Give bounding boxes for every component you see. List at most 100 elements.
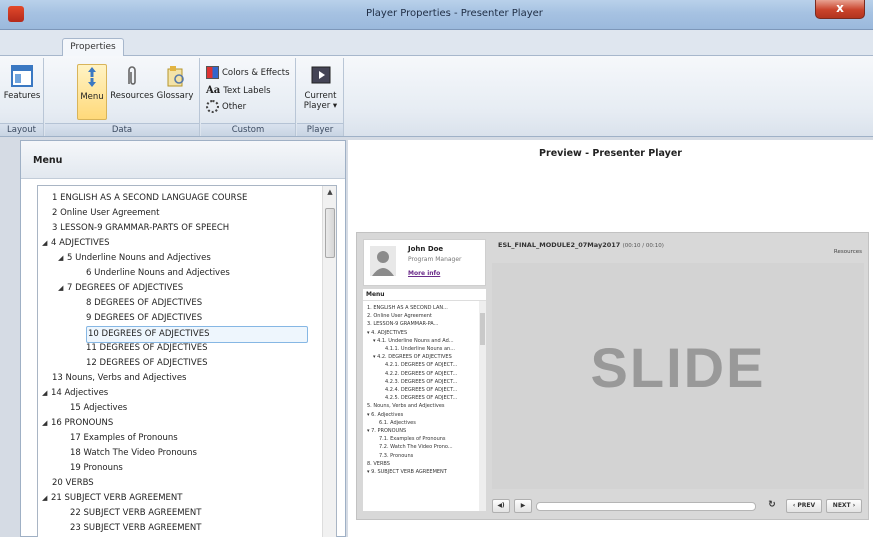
menu-tree[interactable]: 1 ENGLISH AS A SECOND LANGUAGE COURSE 2 O… xyxy=(37,185,337,537)
player-preview: John Doe Program Manager More info Menu … xyxy=(356,232,869,520)
player-menu-scroll-thumb[interactable] xyxy=(480,313,485,345)
player-menu-item[interactable]: 4.2.1. DEGREES OF ADJECT... xyxy=(385,362,457,370)
ribbon-tabs: Properties xyxy=(0,30,873,57)
tree-item[interactable]: 9 DEGREES OF ADJECTIVES xyxy=(86,311,202,326)
tree-item[interactable]: 17 Examples of Pronouns xyxy=(70,431,178,446)
resources-button[interactable]: Resources xyxy=(110,64,154,101)
tree-item[interactable]: 11 DEGREES OF ADJECTIVES xyxy=(86,341,208,356)
tree-item[interactable]: 1 ENGLISH AS A SECOND LANGUAGE COURSE xyxy=(52,191,247,206)
tree-item-label: 4 ADJECTIVES xyxy=(51,238,110,248)
player-menu-item[interactable]: 4.1.1. Underline Nouns an... xyxy=(385,346,455,354)
tree-item[interactable]: 19 Pronouns xyxy=(70,461,123,476)
player-menu-item[interactable]: ▾ 4.2. DEGREES OF ADJECTIVES xyxy=(373,354,452,362)
title-bar: Player Properties - Presenter Player x xyxy=(0,0,873,30)
player-menu-item[interactable]: 7.2. Watch The Video Prono... xyxy=(379,444,453,452)
close-button[interactable]: x xyxy=(815,0,865,19)
tree-item-label: 8 DEGREES OF ADJECTIVES xyxy=(86,298,203,308)
player-menu-item[interactable]: 4.2.5. DEGREES OF ADJECT... xyxy=(385,395,457,403)
tree-item[interactable]: ◢ 21 SUBJECT VERB AGREEMENT xyxy=(42,491,182,506)
player-menu-item[interactable]: ▾ 9. SUBJECT VERB AGREEMENT xyxy=(367,469,447,477)
expand-triangle-icon[interactable]: ◢ xyxy=(42,491,51,506)
player-menu-item[interactable]: 5. Nouns, Verbs and Adjectives xyxy=(367,403,445,411)
expand-triangle-icon[interactable]: ◢ xyxy=(42,236,51,251)
player-menu-item[interactable]: 3. LESSON-9 GRAMMAR-PA... xyxy=(367,321,438,329)
features-button[interactable]: Features xyxy=(2,64,42,101)
replay-button[interactable]: ↻ xyxy=(764,499,780,513)
player-menu-item[interactable]: 4.2.2. DEGREES OF ADJECT... xyxy=(385,371,457,379)
tree-item-label: 12 DEGREES OF ADJECTIVES xyxy=(86,358,208,368)
tree-item[interactable]: 18 Watch The Video Pronouns xyxy=(70,446,197,461)
next-button[interactable]: NEXT › xyxy=(826,499,862,513)
tree-item[interactable]: 10 DEGREES OF ADJECTIVES xyxy=(86,326,308,343)
tree-item[interactable]: 15 Adjectives xyxy=(70,401,127,416)
tree-scrollbar[interactable]: ▲ xyxy=(322,186,336,537)
expand-triangle-icon[interactable]: ◢ xyxy=(58,251,67,266)
scroll-up-arrow-icon[interactable]: ▲ xyxy=(323,188,336,196)
tree-item[interactable]: 20 VERBS xyxy=(52,476,94,491)
tree-item[interactable]: ◢ 7 DEGREES OF ADJECTIVES xyxy=(58,281,183,296)
tree-item[interactable]: 22 SUBJECT VERB AGREEMENT xyxy=(70,506,201,521)
tree-item[interactable]: 8 DEGREES OF ADJECTIVES xyxy=(86,296,202,311)
seek-bar[interactable] xyxy=(536,502,756,511)
slide-time: (00:10 / 00:10) xyxy=(622,243,664,249)
player-menu-scrollbar[interactable] xyxy=(479,301,486,511)
glossary-label: Glossary xyxy=(156,91,194,101)
menu-button[interactable]: Menu xyxy=(77,64,107,120)
avatar-icon xyxy=(370,246,396,276)
text-labels-button[interactable]: Aa Text Labels xyxy=(206,84,271,97)
tab-properties[interactable]: Properties xyxy=(62,38,124,57)
tree-item-label: 22 SUBJECT VERB AGREEMENT xyxy=(70,508,202,518)
colors-effects-button[interactable]: Colors & Effects xyxy=(206,66,290,79)
menu-panel: Menu 1 ENGLISH AS A SECOND LANGUAGE COUR… xyxy=(20,140,346,537)
resources-link[interactable]: Resources xyxy=(834,249,862,255)
scroll-thumb[interactable] xyxy=(325,208,335,258)
expand-triangle-icon[interactable]: ◢ xyxy=(42,386,51,401)
tree-item[interactable]: ◢ 4 ADJECTIVES xyxy=(42,236,110,251)
group-layout-label: Layout xyxy=(0,123,43,136)
player-menu-item[interactable]: 6.1. Adjectives xyxy=(379,420,416,428)
glossary-button[interactable]: Glossary xyxy=(155,64,195,101)
expand-triangle-icon[interactable]: ◢ xyxy=(42,416,51,431)
player-menu-item[interactable]: ▾ 4. ADJECTIVES xyxy=(367,330,407,338)
tree-item-label: 13 Nouns, Verbs and Adjectives xyxy=(52,373,187,383)
prev-button[interactable]: ‹ PREV xyxy=(786,499,822,513)
volume-button[interactable]: ◀) xyxy=(492,499,510,513)
tree-item[interactable]: ◢ 16 PRONOUNS xyxy=(42,416,113,431)
tree-item[interactable]: 3 LESSON-9 GRAMMAR-PARTS OF SPEECH xyxy=(52,221,229,236)
features-icon xyxy=(11,65,33,87)
group-custom-label: Custom xyxy=(201,123,295,136)
current-player-button[interactable]: Current Player ▾ xyxy=(299,64,342,111)
tree-item[interactable]: ◢ 14 Adjectives xyxy=(42,386,108,401)
more-info-link[interactable]: More info xyxy=(408,270,440,277)
player-menu-item[interactable]: 4.2.3. DEGREES OF ADJECT... xyxy=(385,379,457,387)
player-menu-item[interactable]: 7.1. Examples of Pronouns xyxy=(379,436,446,444)
player-menu-item[interactable]: 7.3. Pronouns xyxy=(379,453,413,461)
group-player: Current Player ▾ Player xyxy=(297,58,344,136)
tree-item-label: 2 Online User Agreement xyxy=(52,208,160,218)
expand-triangle-icon[interactable]: ◢ xyxy=(58,281,67,296)
window-title: Player Properties - Presenter Player xyxy=(366,8,543,19)
tree-item-label: 19 Pronouns xyxy=(70,463,123,473)
player-menu-item[interactable]: ▾ 7. PRONOUNS xyxy=(367,428,406,436)
tree-item[interactable]: 2 Online User Agreement xyxy=(52,206,160,221)
tree-item[interactable]: 23 SUBJECT VERB AGREEMENT xyxy=(70,521,201,536)
presenter-name: John Doe xyxy=(408,245,444,253)
player-menu-item[interactable]: 1. ENGLISH AS A SECOND LAN... xyxy=(367,305,448,313)
player-menu-item[interactable]: ▾ 4.1. Underline Nouns and Ad... xyxy=(373,338,454,346)
player-menu-item[interactable]: ▾ 6. Adjectives xyxy=(367,412,403,420)
tree-item[interactable]: 6 Underline Nouns and Adjectives xyxy=(86,266,230,281)
play-icon: ▶ xyxy=(520,502,526,509)
player-menu-item[interactable]: 8. VERBS xyxy=(367,461,390,469)
player-menu-list[interactable]: 1. ENGLISH AS A SECOND LAN... 2. Online U… xyxy=(363,301,486,511)
play-button[interactable]: ▶ xyxy=(514,499,532,513)
replay-icon: ↻ xyxy=(768,500,776,510)
tree-item[interactable]: 12 DEGREES OF ADJECTIVES xyxy=(86,356,208,371)
player-menu-item[interactable]: 4.2.4. DEGREES OF ADJECT... xyxy=(385,387,457,395)
tree-item[interactable]: ◢ 5 Underline Nouns and Adjectives xyxy=(58,251,211,266)
ribbon: Features Layout Menu Resources Glossary xyxy=(0,56,873,137)
group-layout: Features Layout xyxy=(0,58,44,136)
player-menu-item[interactable]: 2. Online User Agreement xyxy=(367,313,432,321)
other-button[interactable]: Other xyxy=(206,100,246,113)
paperclip-icon xyxy=(128,66,136,85)
tree-item[interactable]: 13 Nouns, Verbs and Adjectives xyxy=(52,371,187,386)
